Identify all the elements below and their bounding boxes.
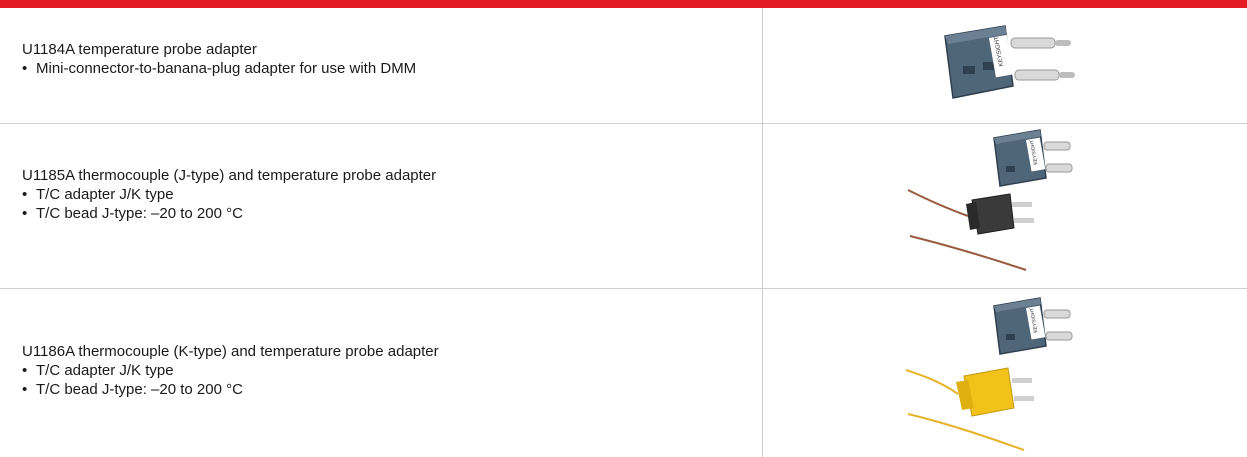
adapter-body: KEYSIGHT [993,129,1073,187]
product-row-u1186a: U1186A thermocouple (K-type) and tempera… [22,342,439,399]
feature-list: T/C adapter J/K type T/C bead J-type: –2… [22,185,436,223]
k-type-thermocouple-image: KEYSIGHT [905,297,1073,451]
feature-list: Mini-connector-to-banana-plug adapter fo… [22,59,416,78]
k-type-plug [956,367,1034,417]
thermocouple-wire [905,369,959,395]
adapter-body: KEYSIGHT [993,297,1073,355]
feature-item: T/C adapter J/K type [22,361,439,380]
product-title: U1184A temperature probe adapter [22,41,257,58]
banana-plug [1010,37,1075,81]
product-title: U1186A thermocouple (K-type) and tempera… [22,343,439,360]
column-divider [762,8,763,457]
feature-list: T/C adapter J/K type T/C bead J-type: –2… [22,361,439,399]
product-title: U1185A thermocouple (J-type) and tempera… [22,167,437,184]
banana-adapter-image: KEYSIGHT [944,25,1075,99]
product-row-u1184a: U1184A temperature probe adapter Mini-co… [22,40,416,78]
thermocouple-wire [909,235,1027,271]
feature-item: T/C adapter J/K type [22,185,436,204]
feature-item: Mini-connector-to-banana-plug adapter fo… [22,59,416,78]
thermocouple-wire [907,189,969,217]
j-type-thermocouple-image: KEYSIGHT [907,129,1073,271]
feature-item: T/C bead J-type: –20 to 200 °C [22,204,436,223]
thermocouple-wire [907,413,1025,451]
j-type-plug [966,193,1034,235]
row-divider [0,288,1247,289]
feature-item: T/C bead J-type: –20 to 200 °C [22,380,439,399]
top-accent-bar [0,0,1247,8]
adapter-body: KEYSIGHT [944,25,1014,99]
product-row-u1185a: U1185A thermocouple (J-type) and tempera… [22,166,436,223]
